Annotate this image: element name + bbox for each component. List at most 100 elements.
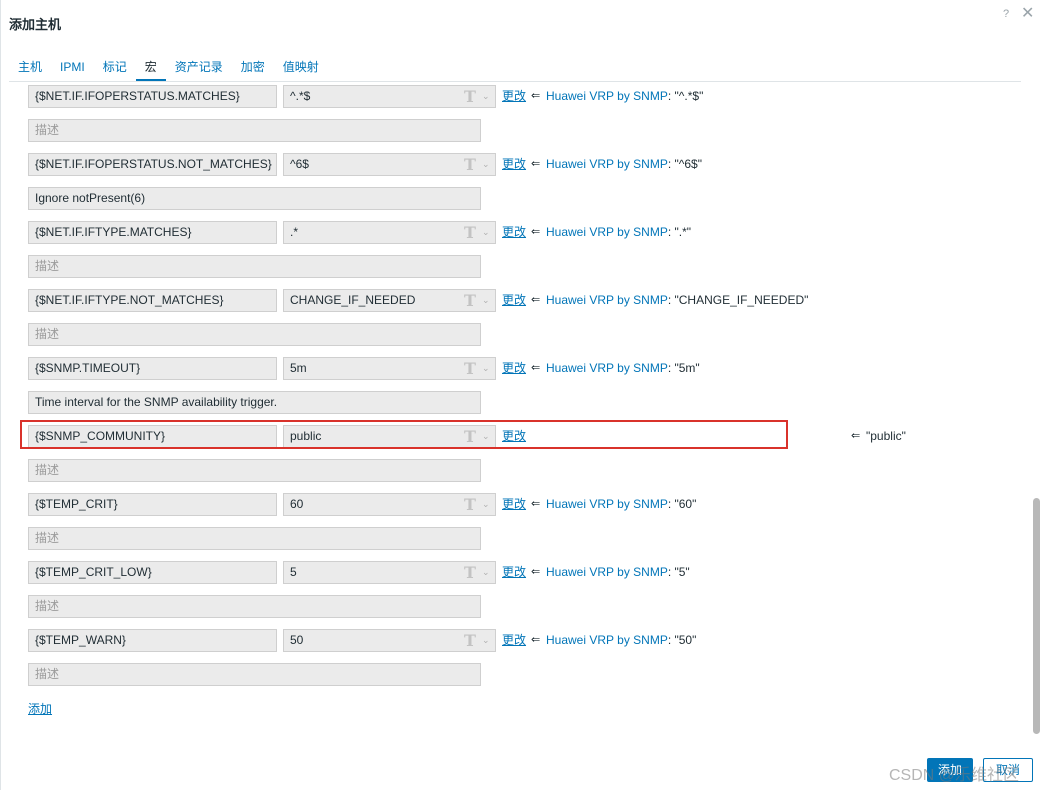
macro-change-link[interactable]: 更改 xyxy=(502,561,526,584)
tab-macros[interactable]: 宏 xyxy=(135,56,166,81)
macro-name-field[interactable]: {$NET.IF.IFTYPE.NOT_MATCHES} xyxy=(28,289,277,312)
macro-name-field[interactable]: {$NET.IF.IFOPERSTATUS.MATCHES} xyxy=(28,85,277,108)
inherit-arrow-icon: ⇐ xyxy=(851,430,861,442)
macro-inherited-value: Huawei VRP by SNMP: "60" xyxy=(546,493,696,516)
macro-inherited-value: Huawei VRP by SNMP: "^6$" xyxy=(546,153,702,176)
inherit-arrow-icon: ⇐ xyxy=(531,294,541,306)
inherit-arrow-icon: ⇐ xyxy=(531,362,541,374)
macro-type-select[interactable]: T ⌄ xyxy=(460,425,496,448)
inherit-arrow-icon: ⇐ xyxy=(531,498,541,510)
chevron-down-icon: ⌄ xyxy=(482,499,490,509)
help-icon[interactable]: ? xyxy=(1003,8,1009,20)
add-macro-link[interactable]: 添加 xyxy=(28,700,52,717)
text-type-icon: T xyxy=(464,155,476,174)
macro-name-field[interactable]: {$TEMP_WARN} xyxy=(28,629,277,652)
template-link[interactable]: Huawei VRP by SNMP xyxy=(546,157,668,171)
macro-change-link[interactable]: 更改 xyxy=(502,153,526,176)
macro-value-field[interactable]: ^.*$ xyxy=(283,85,461,108)
text-type-icon: T xyxy=(464,427,476,446)
text-type-icon: T xyxy=(464,563,476,582)
macro-change-link[interactable]: 更改 xyxy=(502,289,526,312)
inherited-value-text: : "5m" xyxy=(667,361,700,375)
macro-value-field[interactable]: 5m xyxy=(283,357,461,380)
macro-description-field[interactable]: 描述 xyxy=(28,459,481,482)
text-type-icon: T xyxy=(464,223,476,242)
inherited-value-text: : "CHANGE_IF_NEEDED" xyxy=(667,293,809,307)
macro-name-field[interactable]: {$TEMP_CRIT} xyxy=(28,493,277,516)
macro-description-field[interactable]: 描述 xyxy=(28,595,481,618)
macro-change-link[interactable]: 更改 xyxy=(502,425,526,448)
macro-type-select[interactable]: T ⌄ xyxy=(460,153,496,176)
template-link[interactable]: Huawei VRP by SNMP xyxy=(546,293,668,307)
macro-type-select[interactable]: T ⌄ xyxy=(460,357,496,380)
macro-change-link[interactable]: 更改 xyxy=(502,85,526,108)
tab-encryption[interactable]: 加密 xyxy=(232,56,274,81)
macro-inherited-value: Huawei VRP by SNMP: ".*" xyxy=(546,221,691,244)
macro-type-select[interactable]: T ⌄ xyxy=(460,85,496,108)
macro-change-link[interactable]: 更改 xyxy=(502,221,526,244)
chevron-down-icon: ⌄ xyxy=(482,635,490,645)
macro-name-field[interactable]: {$SNMP_COMMUNITY} xyxy=(28,425,277,448)
macro-description-field[interactable]: Time interval for the SNMP availability … xyxy=(28,391,481,414)
macro-change-link[interactable]: 更改 xyxy=(502,629,526,652)
macro-type-select[interactable]: T ⌄ xyxy=(460,561,496,584)
macro-change-link[interactable]: 更改 xyxy=(502,357,526,380)
macro-type-select[interactable]: T ⌄ xyxy=(460,221,496,244)
text-type-icon: T xyxy=(464,495,476,514)
macro-name-field[interactable]: {$NET.IF.IFTYPE.MATCHES} xyxy=(28,221,277,244)
macro-value-field[interactable]: .* xyxy=(283,221,461,244)
inherited-value-text: : "50" xyxy=(667,633,697,647)
macro-value-field[interactable]: 60 xyxy=(283,493,461,516)
macro-inherited-value: Huawei VRP by SNMP: "50" xyxy=(546,629,696,652)
macro-type-select[interactable]: T ⌄ xyxy=(460,493,496,516)
template-link[interactable]: Huawei VRP by SNMP xyxy=(546,89,668,103)
chevron-down-icon: ⌄ xyxy=(482,431,490,441)
macro-name-field[interactable]: {$NET.IF.IFOPERSTATUS.NOT_MATCHES} xyxy=(28,153,277,176)
text-type-icon: T xyxy=(464,631,476,650)
scrollbar-thumb[interactable] xyxy=(1033,498,1040,734)
macro-value-field[interactable]: 50 xyxy=(283,629,461,652)
macro-type-select[interactable]: T ⌄ xyxy=(460,289,496,312)
template-link[interactable]: Huawei VRP by SNMP xyxy=(546,497,668,511)
tab-ipmi[interactable]: IPMI xyxy=(51,56,94,81)
tab-host[interactable]: 主机 xyxy=(9,56,51,81)
macro-description-field[interactable]: 描述 xyxy=(28,119,481,142)
macro-inherited-value: Huawei VRP by SNMP: "^.*$" xyxy=(546,85,703,108)
macro-type-select[interactable]: T ⌄ xyxy=(460,629,496,652)
macro-name-field[interactable]: {$TEMP_CRIT_LOW} xyxy=(28,561,277,584)
macro-value-field[interactable]: ^6$ xyxy=(283,153,461,176)
tab-inventory[interactable]: 资产记录 xyxy=(166,56,232,81)
macro-inherited-value: Huawei VRP by SNMP: "5" xyxy=(546,561,690,584)
chevron-down-icon: ⌄ xyxy=(482,91,490,101)
macro-inherited-value: Huawei VRP by SNMP: "5m" xyxy=(546,357,700,380)
tab-tags[interactable]: 标记 xyxy=(94,56,136,81)
macro-description-field[interactable]: 描述 xyxy=(28,663,481,686)
macro-inherited-value: Huawei VRP by SNMP: "CHANGE_IF_NEEDED" xyxy=(546,289,808,312)
inherit-arrow-icon: ⇐ xyxy=(531,566,541,578)
macro-description-field[interactable]: Ignore notPresent(6) xyxy=(28,187,481,210)
macro-name-field[interactable]: {$SNMP.TIMEOUT} xyxy=(28,357,277,380)
template-link[interactable]: Huawei VRP by SNMP xyxy=(546,633,668,647)
scrollbar[interactable] xyxy=(1032,80,1041,735)
macro-value-field[interactable]: 5 xyxy=(283,561,461,584)
chevron-down-icon: ⌄ xyxy=(482,567,490,577)
macro-description-field[interactable]: 描述 xyxy=(28,255,481,278)
chevron-down-icon: ⌄ xyxy=(482,159,490,169)
macro-description-field[interactable]: 描述 xyxy=(28,527,481,550)
close-icon[interactable]: ✕ xyxy=(1021,5,1034,23)
inherit-arrow-icon: ⇐ xyxy=(531,158,541,170)
template-link[interactable]: Huawei VRP by SNMP xyxy=(546,361,668,375)
macro-value-field[interactable]: public xyxy=(283,425,461,448)
macro-description-field[interactable]: 描述 xyxy=(28,323,481,346)
add-button[interactable]: 添加 xyxy=(927,758,973,782)
macro-change-link[interactable]: 更改 xyxy=(502,493,526,516)
chevron-down-icon: ⌄ xyxy=(482,227,490,237)
template-link[interactable]: Huawei VRP by SNMP xyxy=(546,565,668,579)
text-type-icon: T xyxy=(464,87,476,106)
chevron-down-icon: ⌄ xyxy=(482,363,490,373)
tab-value-mapping[interactable]: 值映射 xyxy=(274,56,328,81)
template-link[interactable]: Huawei VRP by SNMP xyxy=(546,225,668,239)
macro-value-field[interactable]: CHANGE_IF_NEEDED xyxy=(283,289,461,312)
cancel-button[interactable]: 取消 xyxy=(983,758,1033,782)
add-host-dialog: 添加主机 ? ✕ 主机 IPMI 标记 宏 资产记录 加密 值映射 {$NET.… xyxy=(0,0,1043,790)
